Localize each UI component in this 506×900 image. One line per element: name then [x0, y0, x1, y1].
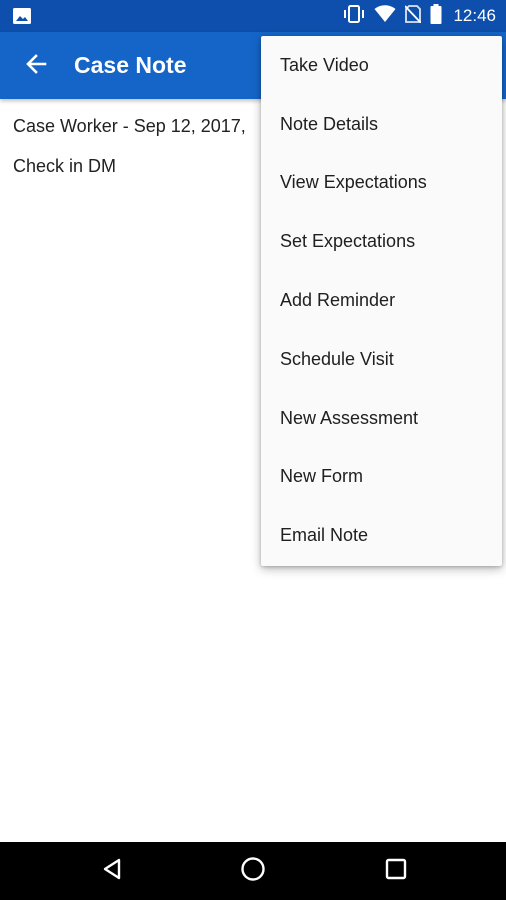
vibrate-icon — [343, 4, 365, 28]
nav-back-button[interactable] — [95, 854, 129, 888]
overflow-menu: Take Video Note Details View Expectation… — [261, 36, 502, 566]
menu-item-new-assessment[interactable]: New Assessment — [261, 389, 502, 448]
menu-item-new-form[interactable]: New Form — [261, 448, 502, 507]
back-triangle-icon — [100, 857, 124, 886]
wifi-icon — [374, 4, 396, 28]
gallery-icon — [13, 8, 31, 24]
menu-item-note-details[interactable]: Note Details — [261, 95, 502, 154]
status-clock: 12:46 — [453, 6, 496, 25]
battery-icon — [430, 3, 442, 29]
nav-home-button[interactable] — [236, 854, 270, 888]
menu-item-set-expectations[interactable]: Set Expectations — [261, 212, 502, 271]
home-circle-icon — [240, 856, 266, 887]
menu-item-view-expectations[interactable]: View Expectations — [261, 154, 502, 213]
menu-item-take-video[interactable]: Take Video — [261, 36, 502, 95]
menu-item-schedule-visit[interactable]: Schedule Visit — [261, 330, 502, 389]
nav-recents-button[interactable] — [379, 854, 413, 888]
back-button[interactable] — [16, 46, 56, 86]
status-icons: 12:46 — [343, 0, 496, 32]
status-bar: 12:46 — [0, 0, 506, 32]
recents-square-icon — [385, 858, 407, 885]
system-nav-bar — [0, 842, 506, 900]
menu-item-add-reminder[interactable]: Add Reminder — [261, 271, 502, 330]
no-sim-icon — [404, 4, 423, 28]
arrow-back-icon — [25, 53, 47, 80]
menu-item-email-note[interactable]: Email Note — [261, 506, 502, 565]
page-title: Case Note — [74, 52, 187, 78]
